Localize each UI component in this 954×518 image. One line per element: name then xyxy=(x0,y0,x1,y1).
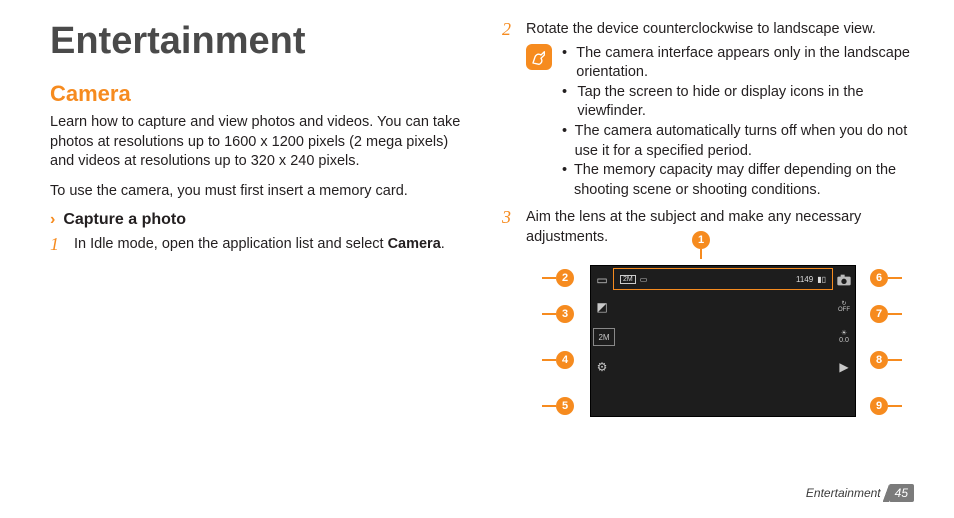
manual-page: Entertainment Camera Learn how to captur… xyxy=(0,0,954,518)
note-text: The camera automatically turns off when … xyxy=(575,122,914,161)
callout-8: 8 xyxy=(870,351,888,369)
note-text: The memory capacity may differ depending… xyxy=(574,161,914,200)
exposure-icon: ☀0.0 xyxy=(833,322,855,352)
step-2: 2 Rotate the device counterclockwise to … xyxy=(502,20,914,40)
callout-9: 9 xyxy=(870,397,888,415)
callout-5: 5 xyxy=(556,397,574,415)
subheading-capture-photo: › Capture a photo xyxy=(50,211,462,229)
note-icon xyxy=(526,44,552,70)
timer-icon: ↻OFF xyxy=(833,292,855,322)
intro-paragraph-2: To use the camera, you must first insert… xyxy=(50,182,462,202)
step-number-3: 3 xyxy=(502,208,516,228)
status-bar-right: 1149 ▮▯ xyxy=(796,275,826,284)
gallery-play-icon: ▶ xyxy=(833,352,855,382)
shots-remaining: 1149 xyxy=(796,275,813,284)
subheading-label: Capture a photo xyxy=(63,211,186,229)
camera-status-bar: 2M ▭ 1149 ▮▯ xyxy=(613,268,833,290)
step-2-text: Rotate the device counterclockwise to la… xyxy=(526,20,914,40)
left-icon-strip: ▭ ◩ 2M ⚙ xyxy=(591,268,613,382)
camera-screen: 2M ▭ 1149 ▮▯ ▭ ◩ 2M ⚙ xyxy=(590,265,856,417)
step-3-text: Aim the lens at the subject and make any… xyxy=(526,208,914,247)
resolution-indicator-icon: 2M xyxy=(620,275,636,284)
step-1-bold: Camera xyxy=(388,236,441,252)
step-number-2: 2 xyxy=(502,20,516,40)
intro-paragraph-1: Learn how to capture and view photos and… xyxy=(50,113,462,172)
exposure-value: 0.0 xyxy=(839,337,849,344)
note-item: •The camera interface appears only in th… xyxy=(562,44,914,83)
flash-mode-icon: ◩ xyxy=(591,292,613,322)
footer-page-number: 45 xyxy=(889,484,914,502)
chevron-right-icon: › xyxy=(50,211,55,229)
note-item: •The memory capacity may differ dependin… xyxy=(562,161,914,200)
settings-gear-icon: ⚙ xyxy=(591,352,613,382)
timer-off-label: OFF xyxy=(838,307,850,313)
step-number-1: 1 xyxy=(50,235,64,255)
note-text: The camera interface appears only in the… xyxy=(576,44,914,83)
right-icon-strip: ↻OFF ☀0.0 ▶ xyxy=(833,268,855,382)
note-list: •The camera interface appears only in th… xyxy=(562,44,914,201)
right-column: 2 Rotate the device counterclockwise to … xyxy=(502,20,914,508)
callout-4: 4 xyxy=(556,351,574,369)
footer-section-name: Entertainment xyxy=(806,486,881,500)
step-1-text: In Idle mode, open the application list … xyxy=(74,235,462,255)
step-1-prefix: In Idle mode, open the application list … xyxy=(74,236,388,252)
callout-2: 2 xyxy=(556,269,574,287)
mode-switch-icon: ▭ xyxy=(591,268,613,292)
chapter-title: Entertainment xyxy=(50,20,462,63)
callout-3: 3 xyxy=(556,305,574,323)
section-heading-camera: Camera xyxy=(50,81,462,107)
page-footer: Entertainment 45 xyxy=(806,484,914,502)
status-bar-left: 2M ▭ xyxy=(620,275,647,284)
note-item: •Tap the screen to hide or display icons… xyxy=(562,83,914,122)
step-1: 1 In Idle mode, open the application lis… xyxy=(50,235,462,255)
resolution-icon: 2M xyxy=(593,328,615,346)
left-column: Entertainment Camera Learn how to captur… xyxy=(50,20,462,508)
shutter-camera-icon xyxy=(833,268,855,292)
battery-icon: ▮▯ xyxy=(817,275,826,284)
camera-viewfinder-diagram: 2M ▭ 1149 ▮▯ ▭ ◩ 2M ⚙ xyxy=(542,255,902,425)
callout-7: 7 xyxy=(870,305,888,323)
note-box: •The camera interface appears only in th… xyxy=(526,44,914,201)
callout-6: 6 xyxy=(870,269,888,287)
note-item: •The camera automatically turns off when… xyxy=(562,122,914,161)
storage-icon: ▭ xyxy=(640,275,648,284)
note-text: Tap the screen to hide or display icons … xyxy=(577,83,914,122)
step-1-suffix: . xyxy=(441,236,445,252)
